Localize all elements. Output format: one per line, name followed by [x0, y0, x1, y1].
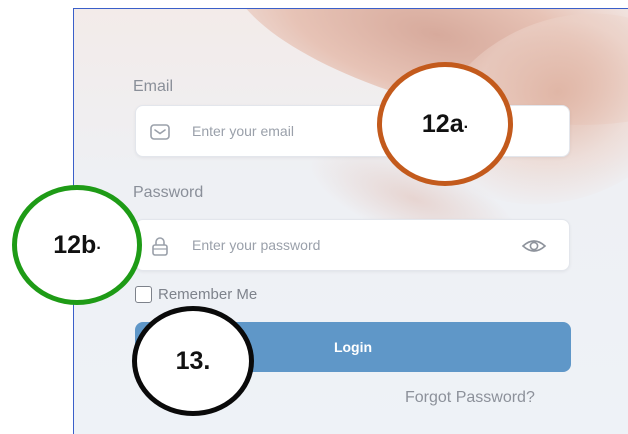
lock-icon [149, 235, 171, 257]
email-label: Email [133, 78, 174, 95]
callout-12b-dot: . [96, 236, 101, 253]
password-label: Password [133, 184, 204, 201]
email-placeholder: Enter your email [192, 123, 294, 139]
callout-12b-number: 12b [53, 230, 97, 259]
callout-12b: 12b. [12, 185, 142, 305]
remember-me[interactable]: Remember Me [135, 284, 257, 304]
callout-12a: 12a. [377, 62, 513, 186]
forgot-password-link[interactable]: Forgot Password? [405, 389, 535, 407]
envelope-icon [149, 121, 171, 143]
password-field[interactable]: Enter your password [135, 219, 570, 271]
remember-me-checkbox[interactable] [135, 285, 152, 303]
remember-me-label: Remember Me [158, 285, 258, 303]
callout-12a-dot: . [463, 115, 469, 132]
eye-icon[interactable] [521, 234, 547, 258]
password-placeholder: Enter your password [192, 237, 321, 253]
callout-12a-number: 12a [421, 109, 464, 138]
callout-13-number: 13. [175, 346, 211, 375]
callout-13: 13. [132, 306, 254, 416]
